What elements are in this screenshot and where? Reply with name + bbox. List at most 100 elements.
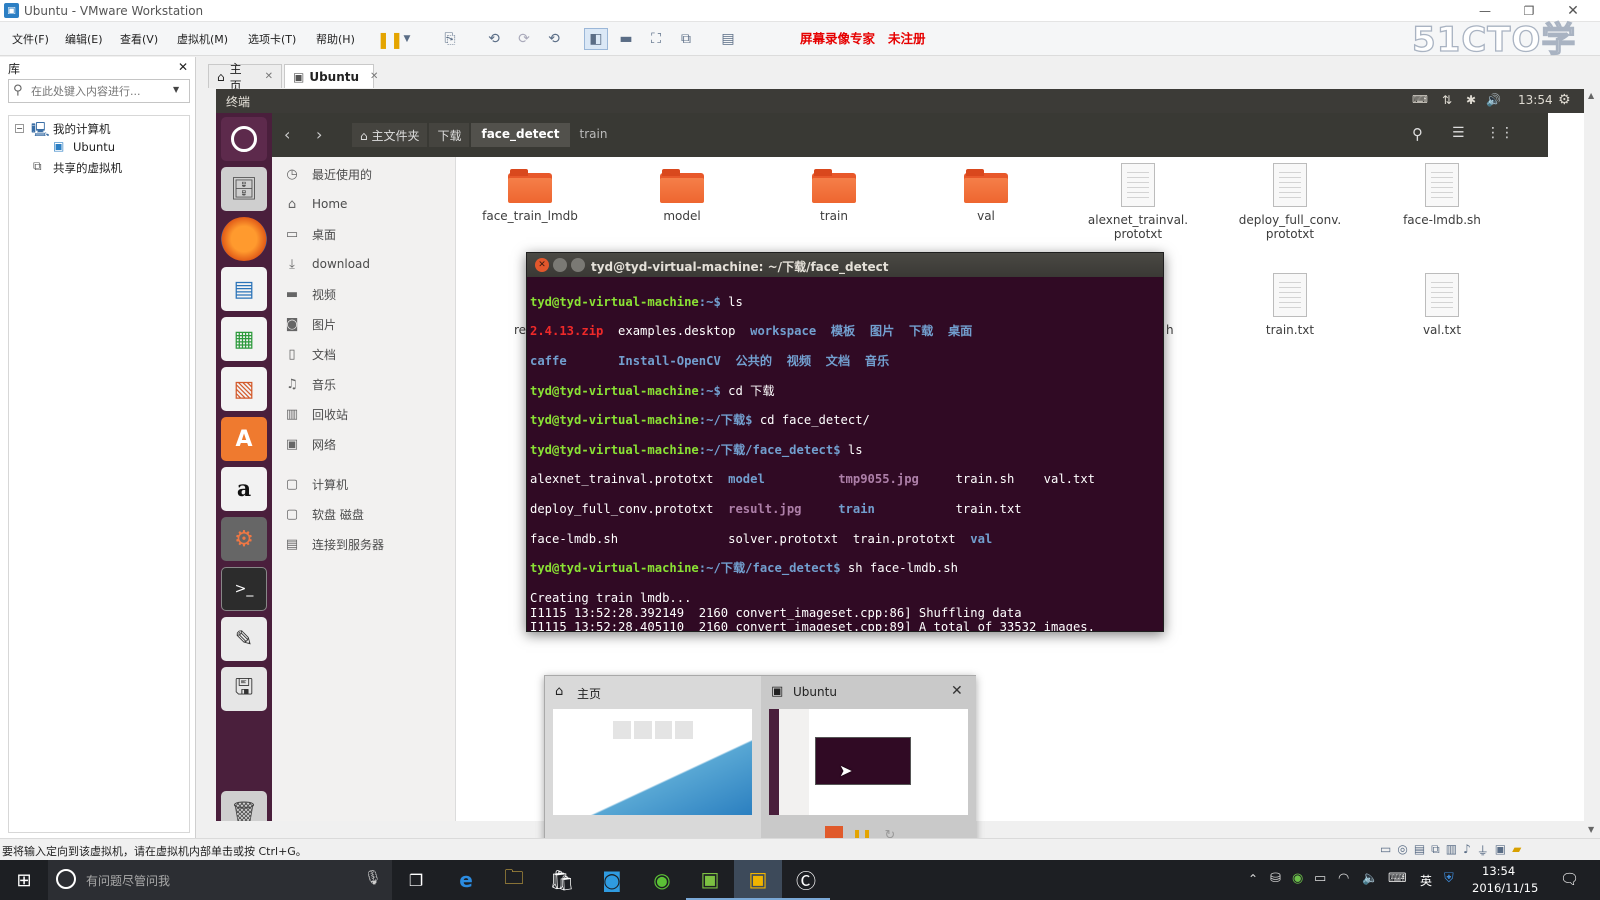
- tree-item-ubuntu[interactable]: Ubuntu: [73, 140, 115, 154]
- file-deploy-full-conv[interactable]: deploy_full_conv. prototxt: [1230, 163, 1350, 241]
- breadcrumb-download[interactable]: 下载: [429, 123, 470, 147]
- tab-ubuntu[interactable]: ▣ Ubuntu ✕: [284, 64, 378, 88]
- close-icon[interactable]: ✕: [951, 683, 963, 699]
- menu-edit[interactable]: 编辑(E): [65, 31, 103, 47]
- volume-icon[interactable]: 🔈: [1362, 871, 1378, 886]
- folder-val[interactable]: val: [926, 169, 1046, 223]
- keyboard-icon[interactable]: ⌨: [1412, 93, 1428, 106]
- file-explorer-icon[interactable]: 🗀: [490, 860, 538, 900]
- sidebar-item-desktop[interactable]: ▭ 桌面: [284, 221, 336, 247]
- close-icon[interactable]: ✕: [535, 258, 549, 272]
- terminal-window[interactable]: ✕ tyd@tyd-virtual-machine: ~/下载/face_det…: [526, 252, 1164, 632]
- list-view-icon[interactable]: ☰: [1452, 125, 1465, 141]
- file-alexnet-trainval[interactable]: alexnet_trainval. prototxt: [1078, 163, 1198, 241]
- breadcrumb-train[interactable]: train: [572, 123, 616, 147]
- sidebar-item-documents[interactable]: ▯ 文档: [284, 341, 336, 367]
- menu-help[interactable]: 帮助(H): [316, 31, 355, 47]
- impress-icon[interactable]: ▧: [221, 367, 267, 411]
- tree-item-shared-vms[interactable]: 共享的虚拟机: [53, 160, 122, 176]
- console-scrollbar[interactable]: ▲ ▼: [1586, 89, 1600, 838]
- scroll-up-icon[interactable]: ▲: [1588, 91, 1594, 100]
- back-icon[interactable]: ‹: [284, 125, 290, 144]
- menu-tabs[interactable]: 选项卡(T): [248, 31, 296, 47]
- app-blue-icon[interactable]: ◙: [588, 860, 636, 900]
- settings-icon[interactable]: ⚙: [221, 517, 267, 561]
- snapshot-manager-icon[interactable]: ⟲: [542, 28, 566, 50]
- show-library-icon[interactable]: ◧: [584, 28, 608, 50]
- software-center-icon[interactable]: A: [221, 417, 267, 461]
- calc-icon[interactable]: ▦: [221, 317, 267, 361]
- vmware-taskbar-icon[interactable]: ▣: [734, 860, 782, 900]
- bluetooth-icon[interactable]: ✱: [1466, 93, 1476, 107]
- chevron-down-icon[interactable]: ▼: [173, 85, 179, 94]
- sidebar-item-videos[interactable]: ▬ 视频: [284, 281, 336, 307]
- sidebar-item-home[interactable]: ⌂ Home: [284, 191, 348, 217]
- amazon-icon[interactable]: a: [221, 467, 267, 511]
- sidebar-item-computer[interactable]: ▢ 计算机: [284, 471, 348, 497]
- close-icon[interactable]: ✕: [265, 71, 273, 82]
- floppy-icon[interactable]: ▤: [1414, 842, 1425, 859]
- minimize-icon[interactable]: [553, 258, 567, 272]
- thumbnail-home[interactable]: ⌂ 主页: [545, 676, 760, 858]
- library-search-input[interactable]: [31, 83, 165, 99]
- pause-icon[interactable]: ❚❚: [377, 28, 404, 50]
- writer-icon[interactable]: ▤: [221, 267, 267, 311]
- taskbar-time[interactable]: 13:54: [1482, 864, 1515, 878]
- firefox-icon[interactable]: [221, 217, 267, 261]
- gear-icon[interactable]: ⚙: [1558, 92, 1571, 108]
- breadcrumb-home[interactable]: ⌂ 主文件夹: [352, 123, 428, 147]
- cortana-search-box[interactable]: 有问题尽管问我 🎙: [48, 860, 392, 900]
- network-adapter-icon[interactable]: ⧉: [1431, 842, 1440, 859]
- scroll-down-icon[interactable]: ▼: [1588, 825, 1594, 834]
- terminal-icon[interactable]: >_: [221, 567, 267, 611]
- forward-icon[interactable]: ›: [316, 125, 322, 144]
- sidebar-item-connect-server[interactable]: ▤ 连接到服务器: [284, 531, 384, 557]
- collapse-toggle-icon[interactable]: −: [15, 124, 24, 133]
- close-icon[interactable]: ✕: [370, 71, 378, 82]
- folder-train[interactable]: train: [774, 169, 894, 223]
- sidebar-item-recent[interactable]: ◷ 最近使用的: [284, 161, 372, 187]
- store-icon[interactable]: 🛍: [538, 860, 586, 900]
- console-view-icon[interactable]: ▤: [716, 28, 740, 50]
- volume-icon[interactable]: 🔊: [1486, 93, 1501, 107]
- printer-icon[interactable]: ▥: [1446, 842, 1457, 859]
- unity-icon[interactable]: ⧉: [674, 28, 698, 50]
- breadcrumb-face-detect[interactable]: face_detect: [471, 123, 570, 147]
- menu-file[interactable]: 文件(F): [12, 31, 49, 47]
- file-val-txt[interactable]: val.txt: [1382, 273, 1502, 337]
- sidebar-item-trash[interactable]: ▥ 回收站: [284, 401, 348, 427]
- restore-snapshot-icon[interactable]: ⟳: [512, 28, 536, 50]
- camtasia-icon[interactable]: ▣: [686, 860, 734, 900]
- message-icon[interactable]: ▰: [1512, 842, 1521, 859]
- folder-model[interactable]: model: [622, 169, 742, 223]
- usb-icon[interactable]: ⏚: [1477, 842, 1489, 859]
- chevron-down-icon[interactable]: ▼: [400, 28, 414, 50]
- edge-icon[interactable]: e: [442, 860, 490, 900]
- grid-view-icon[interactable]: ⋮⋮: [1486, 125, 1514, 141]
- files-icon[interactable]: 🗄: [221, 167, 267, 211]
- sidebar-item-download[interactable]: ⤓ download: [284, 251, 370, 277]
- tray-green-icon[interactable]: ◉: [1292, 871, 1303, 886]
- taskbar-date[interactable]: 2016/11/15: [1472, 881, 1538, 895]
- start-icon[interactable]: ⊞: [0, 860, 48, 900]
- wifi-icon[interactable]: ◠: [1338, 871, 1349, 886]
- microphone-icon[interactable]: 🎙: [364, 870, 382, 886]
- cd-icon[interactable]: ◎: [1397, 842, 1407, 859]
- sound-icon[interactable]: ♪: [1463, 842, 1471, 859]
- sidebar-item-music[interactable]: ♫ 音乐: [284, 371, 336, 397]
- shield-icon[interactable]: ⛨: [1444, 871, 1454, 886]
- task-view-icon[interactable]: ❐: [392, 860, 440, 900]
- dash-icon[interactable]: [221, 117, 267, 161]
- fullscreen-icon[interactable]: ⛶: [644, 28, 668, 50]
- terminal-titlebar[interactable]: ✕ tyd@tyd-virtual-machine: ~/下载/face_det…: [527, 253, 1163, 277]
- folder-face-train-lmdb[interactable]: face_train_lmdb: [470, 169, 590, 223]
- camtasia-recorder-icon[interactable]: Ⓒ: [782, 860, 830, 900]
- snapshot-icon[interactable]: ⟲: [482, 28, 506, 50]
- hdd-icon[interactable]: ▭: [1380, 842, 1391, 859]
- tree-item-my-computer[interactable]: 我的计算机: [53, 121, 111, 137]
- sidebar-item-floppy[interactable]: ▢ 软盘 磁盘: [284, 501, 364, 527]
- notification-icon[interactable]: 🗨: [1560, 870, 1579, 888]
- text-editor-icon[interactable]: ✎: [221, 617, 267, 661]
- save-disk-icon[interactable]: 🖫: [221, 667, 267, 711]
- thumbnail-bar-icon[interactable]: ▬: [614, 28, 638, 50]
